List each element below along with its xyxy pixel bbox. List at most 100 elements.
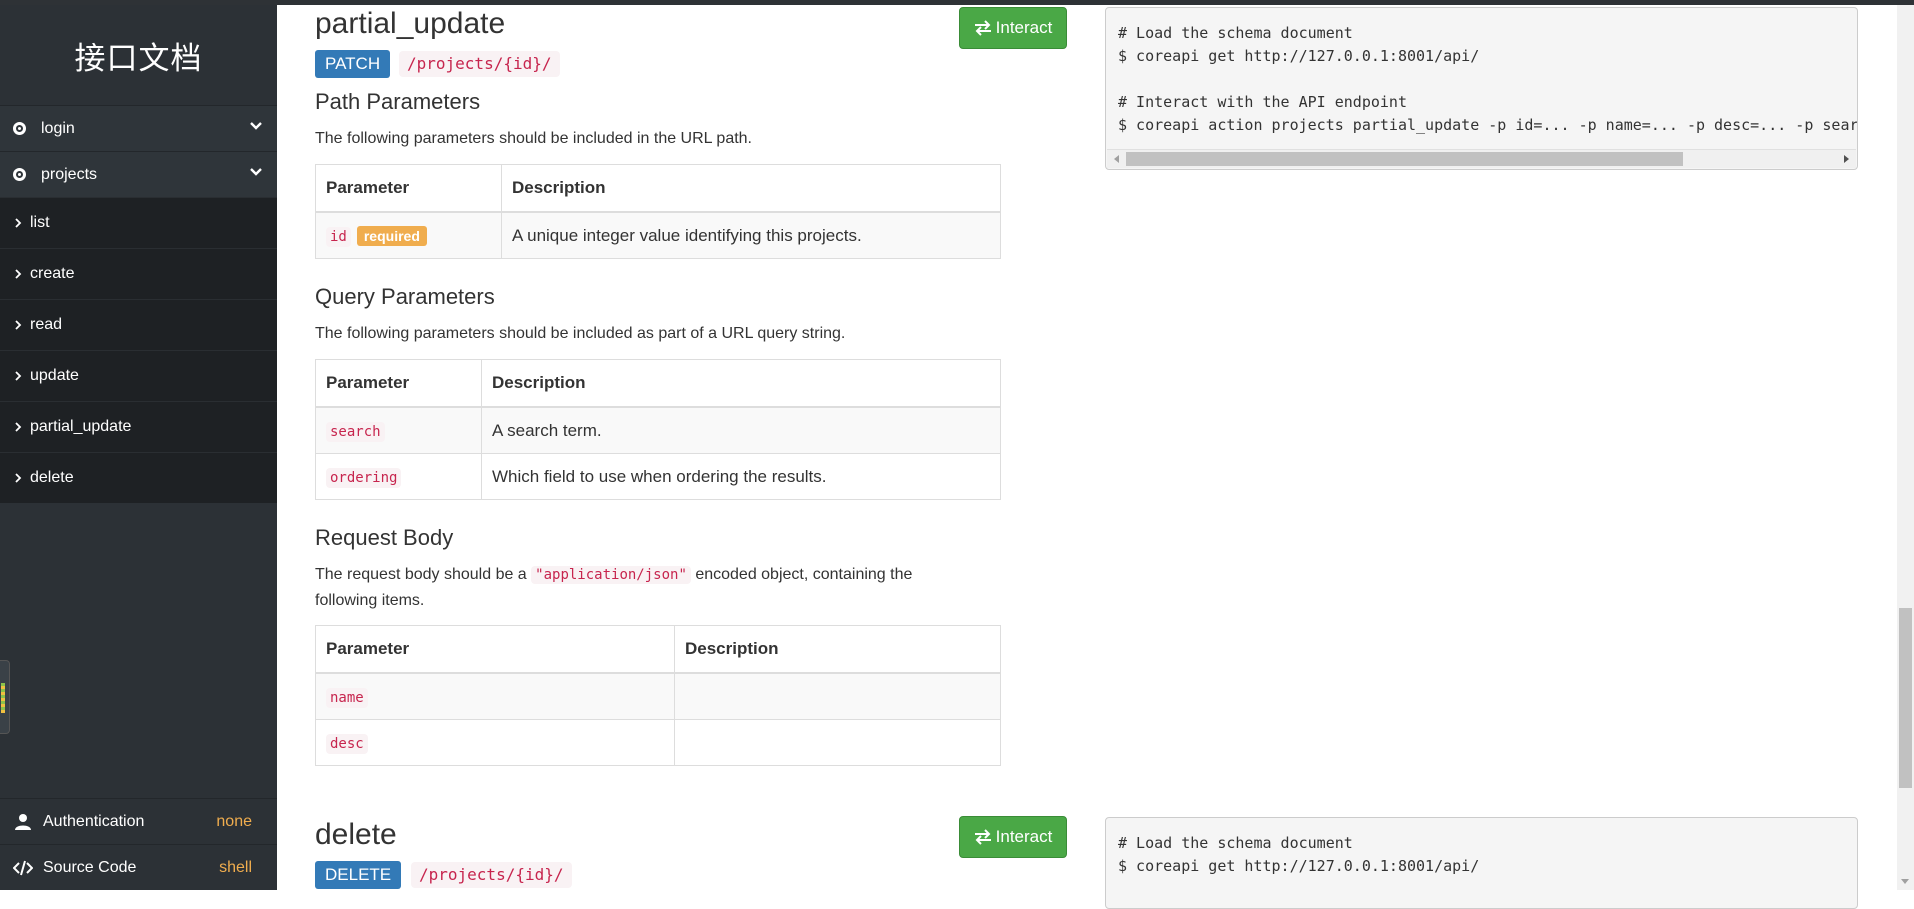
request-body-description: The request body should be a "applicatio… (315, 562, 975, 613)
endpoint-title-partial-update: partial_update (315, 7, 506, 40)
exchange-arrows-icon (974, 20, 991, 36)
table-row: search A search term. (315, 406, 1001, 454)
page-vertical-scrollbar[interactable] (1897, 5, 1914, 890)
interact-button[interactable]: Interact (959, 7, 1067, 49)
param-name: name (326, 687, 368, 708)
main-content: partial_update PATCH /projects/{id}/ Int… (277, 5, 1894, 909)
chevron-right-icon (15, 218, 22, 228)
column-header-parameter: Parameter (315, 359, 482, 408)
required-badge: required (356, 225, 427, 246)
interact-button[interactable]: Interact (959, 816, 1067, 858)
request-body-table: Parameter Description name desc (315, 625, 1001, 766)
method-badge-delete: DELETE (315, 861, 402, 889)
table-row: name (315, 672, 1001, 720)
sidebar-section-login[interactable]: login (0, 105, 277, 151)
code-line: $ coreapi get http://127.0.0.1:8001/api/ (1118, 47, 1480, 65)
authentication-value: none (216, 812, 252, 830)
scroll-left-arrow-icon[interactable] (1114, 155, 1119, 163)
chevron-right-icon (15, 320, 22, 330)
code-sample-delete[interactable]: # Load the schema document $ coreapi get… (1105, 817, 1858, 909)
query-parameters-table: Parameter Description search A search te… (315, 359, 1001, 500)
column-header-description: Description (501, 164, 1001, 213)
chevron-down-icon (250, 122, 262, 130)
sidebar-item-partial-update[interactable]: partial_update (0, 401, 277, 452)
sidebar-item-label: update (30, 367, 79, 384)
code-line: # Load the schema document (1118, 24, 1353, 42)
sidebar-item-read[interactable]: read (0, 299, 277, 350)
chevron-right-icon (15, 371, 22, 381)
table-row: ordering Which field to use when orderin… (315, 453, 1001, 500)
column-header-description: Description (481, 359, 1001, 408)
param-name: ordering (326, 467, 402, 488)
sidebar-section-label: projects (41, 165, 98, 183)
method-badge-patch: PATCH (315, 50, 391, 78)
chevron-right-icon (15, 422, 22, 432)
authentication-row[interactable]: Authentication none (0, 798, 277, 844)
scrollbar-thumb[interactable] (1899, 608, 1912, 788)
horizontal-scrollbar[interactable] (1107, 149, 1856, 168)
sidebar-item-delete[interactable]: delete (0, 452, 277, 503)
sidebar-submenu-projects: list create read update partial_update d… (0, 197, 277, 503)
scrollbar-thumb[interactable] (1126, 152, 1683, 166)
chevron-right-icon (15, 269, 22, 279)
sidebar: 接口文档 login projects list create read upd… (0, 5, 277, 890)
sidebar-item-list[interactable]: list (0, 197, 277, 248)
param-description: A search term. (481, 406, 1001, 454)
code-line: $ coreapi action projects partial_update… (1118, 116, 1858, 134)
code-sample-partial-update[interactable]: # Load the schema document $ coreapi get… (1105, 7, 1858, 170)
collapsed-side-panel-tab[interactable] (0, 660, 10, 734)
sidebar-footer: Authentication none Source Code shell (0, 798, 277, 890)
source-code-row[interactable]: Source Code shell (0, 844, 277, 890)
interact-label: Interact (995, 18, 1053, 37)
param-description (674, 719, 1001, 766)
scroll-right-arrow-icon[interactable] (1844, 155, 1849, 163)
table-row: desc (315, 719, 1001, 766)
param-description: Which field to use when ordering the res… (481, 453, 1001, 500)
sidebar-item-label: list (30, 214, 50, 231)
user-icon (15, 813, 31, 830)
source-code-label: Source Code (43, 858, 137, 876)
radio-dot-icon (13, 122, 26, 135)
endpoint-title-delete: delete (315, 818, 397, 851)
path-parameters-heading: Path Parameters (315, 89, 481, 114)
table-row: id required A unique integer value identi… (315, 211, 1001, 259)
column-header-parameter: Parameter (315, 164, 502, 213)
sidebar-item-create[interactable]: create (0, 248, 277, 299)
column-header-parameter: Parameter (315, 625, 675, 674)
param-name: id (326, 226, 351, 247)
column-header-description: Description (674, 625, 1001, 674)
authentication-label: Authentication (43, 812, 145, 830)
radio-dot-icon (13, 168, 26, 181)
exchange-arrows-icon (974, 829, 991, 845)
sidebar-section-label: login (41, 119, 75, 137)
sidebar-item-label: create (30, 265, 75, 282)
path-parameters-description: The following parameters should be inclu… (315, 130, 752, 147)
chevron-right-icon (15, 473, 22, 483)
code-line: # Load the schema document (1118, 834, 1353, 852)
path-parameters-table: Parameter Description id required A uniqu… (315, 164, 1001, 259)
code-line: # Interact with the API endpoint (1118, 93, 1407, 111)
content-type-code: "application/json" (531, 566, 691, 584)
sidebar-item-label: read (30, 316, 63, 333)
source-code-value: shell (219, 858, 252, 876)
sidebar-item-label: partial_update (30, 418, 132, 435)
code-block: # Load the schema document $ coreapi get… (1106, 8, 1857, 137)
scroll-down-arrow-icon[interactable] (1901, 879, 1909, 884)
brand-title[interactable]: 接口文档 (0, 5, 277, 105)
endpoint-path: /projects/{id}/ (399, 51, 560, 77)
param-description: A unique integer value identifying this … (501, 211, 1001, 259)
param-name: desc (326, 733, 368, 754)
query-parameters-heading: Query Parameters (315, 284, 495, 309)
sidebar-item-update[interactable]: update (0, 350, 277, 401)
chevron-down-icon (250, 168, 262, 176)
interact-label: Interact (995, 827, 1053, 846)
param-name: search (326, 421, 385, 442)
request-body-text-before: The request body should be a (315, 566, 532, 583)
code-block: # Load the schema document $ coreapi get… (1106, 818, 1857, 878)
sidebar-item-label: delete (30, 469, 74, 486)
endpoint-path: /projects/{id}/ (411, 862, 572, 888)
code-line: $ coreapi get http://127.0.0.1:8001/api/ (1118, 857, 1480, 875)
request-body-heading: Request Body (315, 525, 454, 550)
sidebar-section-projects[interactable]: projects (0, 151, 277, 197)
param-description (674, 672, 1001, 720)
